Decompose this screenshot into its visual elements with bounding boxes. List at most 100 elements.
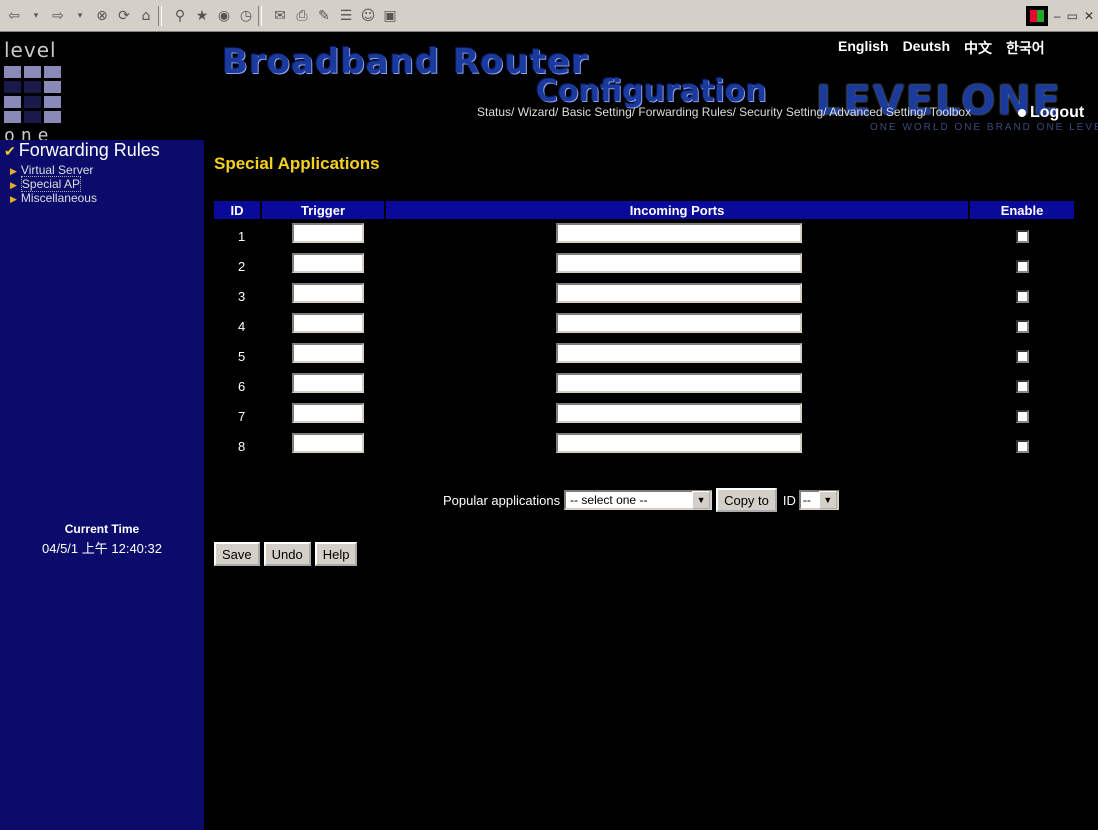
column-header-trigger: Trigger: [262, 201, 384, 219]
media-icon[interactable]: ◉: [216, 7, 232, 25]
nav-advanced-setting[interactable]: Advanced Setting/: [829, 105, 930, 119]
enable-checkbox[interactable]: [1016, 260, 1029, 273]
row-id: 4: [238, 319, 246, 334]
row-id: 3: [238, 289, 246, 304]
incoming-ports-input[interactable]: [556, 343, 802, 363]
close-icon[interactable]: ✕: [1084, 9, 1094, 23]
trigger-input[interactable]: [292, 253, 364, 273]
nav-toolbox[interactable]: Toolbox: [930, 105, 971, 119]
enable-checkbox[interactable]: [1016, 230, 1029, 243]
discuss-icon[interactable]: ☰: [338, 7, 354, 25]
sidebar-item-label: Virtual Server: [20, 163, 94, 177]
incoming-ports-input[interactable]: [556, 283, 802, 303]
trigger-input[interactable]: [292, 433, 364, 453]
row-id: 2: [238, 259, 246, 274]
history-icon[interactable]: ◷: [238, 7, 254, 25]
refresh-icon[interactable]: ⟳: [116, 7, 132, 25]
sidebar-item-special-ap[interactable]: ▶ Special AP: [10, 176, 97, 192]
enable-checkbox[interactable]: [1016, 380, 1029, 393]
id-select[interactable]: -- ▼: [798, 490, 839, 510]
help-button[interactable]: Help: [314, 542, 358, 566]
nav-status[interactable]: Status/: [477, 105, 518, 119]
trigger-input[interactable]: [292, 373, 364, 393]
sidebar: ✔ Forwarding Rules ▶ Virtual Server ▶ Speci…: [0, 140, 204, 830]
page-header: level one Broadband Router Configuration…: [0, 32, 1098, 146]
row-id: 7: [238, 409, 246, 424]
language-links: English Deutsh 中文 한국어: [838, 38, 1045, 58]
current-time-value: 04/5/1 上午 12:40:32: [42, 541, 162, 556]
lang-korean[interactable]: 한국어: [1006, 38, 1045, 58]
row-id: 8: [238, 439, 246, 454]
favorites-icon[interactable]: ★: [194, 7, 210, 25]
messenger-icon[interactable]: ☺: [360, 7, 376, 25]
home-icon[interactable]: ⌂: [138, 7, 154, 25]
brand-title: Broadband Router: [222, 42, 589, 82]
back-icon[interactable]: ⇦: [6, 7, 22, 25]
lang-english[interactable]: English: [838, 38, 889, 58]
print-icon[interactable]: ⎙: [294, 7, 310, 25]
incoming-ports-input[interactable]: [556, 433, 802, 453]
trigger-input[interactable]: [292, 343, 364, 363]
search-icon[interactable]: ⚲: [172, 7, 188, 25]
stop-icon[interactable]: ⊗: [94, 7, 110, 25]
nav-wizard[interactable]: Wizard/: [518, 105, 562, 119]
mail-icon[interactable]: ✉: [272, 7, 288, 25]
trigger-input[interactable]: [292, 283, 364, 303]
enable-checkbox[interactable]: [1016, 320, 1029, 333]
sidebar-title: ✔ Forwarding Rules: [4, 140, 160, 161]
forward-icon[interactable]: ⇨: [50, 7, 66, 25]
row-id: 5: [238, 349, 246, 364]
enable-checkbox[interactable]: [1016, 410, 1029, 423]
nav-security-setting[interactable]: Security Setting/: [739, 105, 829, 119]
back-dropdown-icon[interactable]: ▾: [28, 7, 44, 25]
incoming-ports-input[interactable]: [556, 253, 802, 273]
incoming-ports-input[interactable]: [556, 403, 802, 423]
top-nav: Status/ Wizard/ Basic Setting/ Forwardin…: [477, 105, 971, 119]
maximize-icon[interactable]: ▭: [1067, 9, 1078, 23]
chevron-down-icon: ▼: [818, 491, 837, 509]
popular-applications-select[interactable]: -- select one -- ▼: [564, 490, 713, 510]
lang-deutsh[interactable]: Deutsh: [903, 38, 950, 58]
arrow-right-icon: ▶: [10, 180, 17, 190]
trigger-input[interactable]: [292, 403, 364, 423]
enable-checkbox[interactable]: [1016, 350, 1029, 363]
select-value: -- select one --: [570, 493, 648, 507]
checkmark-icon: ✔: [4, 143, 16, 159]
save-button[interactable]: Save: [214, 542, 260, 566]
row-id: 6: [238, 379, 246, 394]
column-header-incoming-ports: Incoming Ports: [386, 201, 968, 219]
incoming-ports-input[interactable]: [556, 373, 802, 393]
brand-subtitle: Configuration: [536, 74, 767, 109]
incoming-ports-input[interactable]: [556, 223, 802, 243]
row-id: 1: [238, 229, 246, 244]
forward-dropdown-icon[interactable]: ▾: [72, 7, 88, 25]
sidebar-item-miscellaneous[interactable]: ▶ Miscellaneous: [10, 192, 97, 206]
trigger-input[interactable]: [292, 313, 364, 333]
logo-grid: [4, 66, 69, 123]
edit-icon[interactable]: ✎: [316, 7, 332, 25]
minimize-icon[interactable]: –: [1054, 9, 1061, 23]
slogan: ONE WORLD ONE BRAND ONE LEVEL: [870, 122, 1098, 133]
bullet-icon: [1018, 108, 1026, 117]
trigger-input[interactable]: [292, 223, 364, 243]
toolbar-separator: [258, 5, 262, 26]
sidebar-title-label: Forwarding Rules: [18, 140, 160, 160]
lang-chinese[interactable]: 中文: [964, 38, 992, 58]
action-buttons: Save Undo Help: [214, 542, 358, 566]
sidebar-menu: ▶ Virtual Server ▶ Special AP ▶ Miscellaneo…: [10, 164, 97, 206]
logout-link[interactable]: Logout: [1018, 104, 1084, 122]
nav-basic-setting[interactable]: Basic Setting/: [562, 105, 639, 119]
nav-forwarding-rules[interactable]: Forwarding Rules/: [638, 105, 739, 119]
arrow-right-icon: ▶: [10, 166, 17, 176]
select-value: --: [802, 493, 811, 507]
copy-to-button[interactable]: Copy to: [716, 488, 777, 512]
sidebar-item-label: Special AP: [20, 176, 81, 192]
research-icon[interactable]: ▣: [382, 7, 398, 25]
browser-toolbar: ⇦ ▾ ⇨ ▾ ⊗ ⟳ ⌂ ⚲ ★ ◉ ◷ ✉ ⎙ ✎ ☰ ☺ ▣ – ▭ ✕: [0, 0, 1098, 32]
level-one-logo: level one: [4, 38, 69, 146]
enable-checkbox[interactable]: [1016, 440, 1029, 453]
undo-button[interactable]: Undo: [263, 542, 311, 566]
enable-checkbox[interactable]: [1016, 290, 1029, 303]
incoming-ports-input[interactable]: [556, 313, 802, 333]
arrow-right-icon: ▶: [10, 194, 17, 204]
